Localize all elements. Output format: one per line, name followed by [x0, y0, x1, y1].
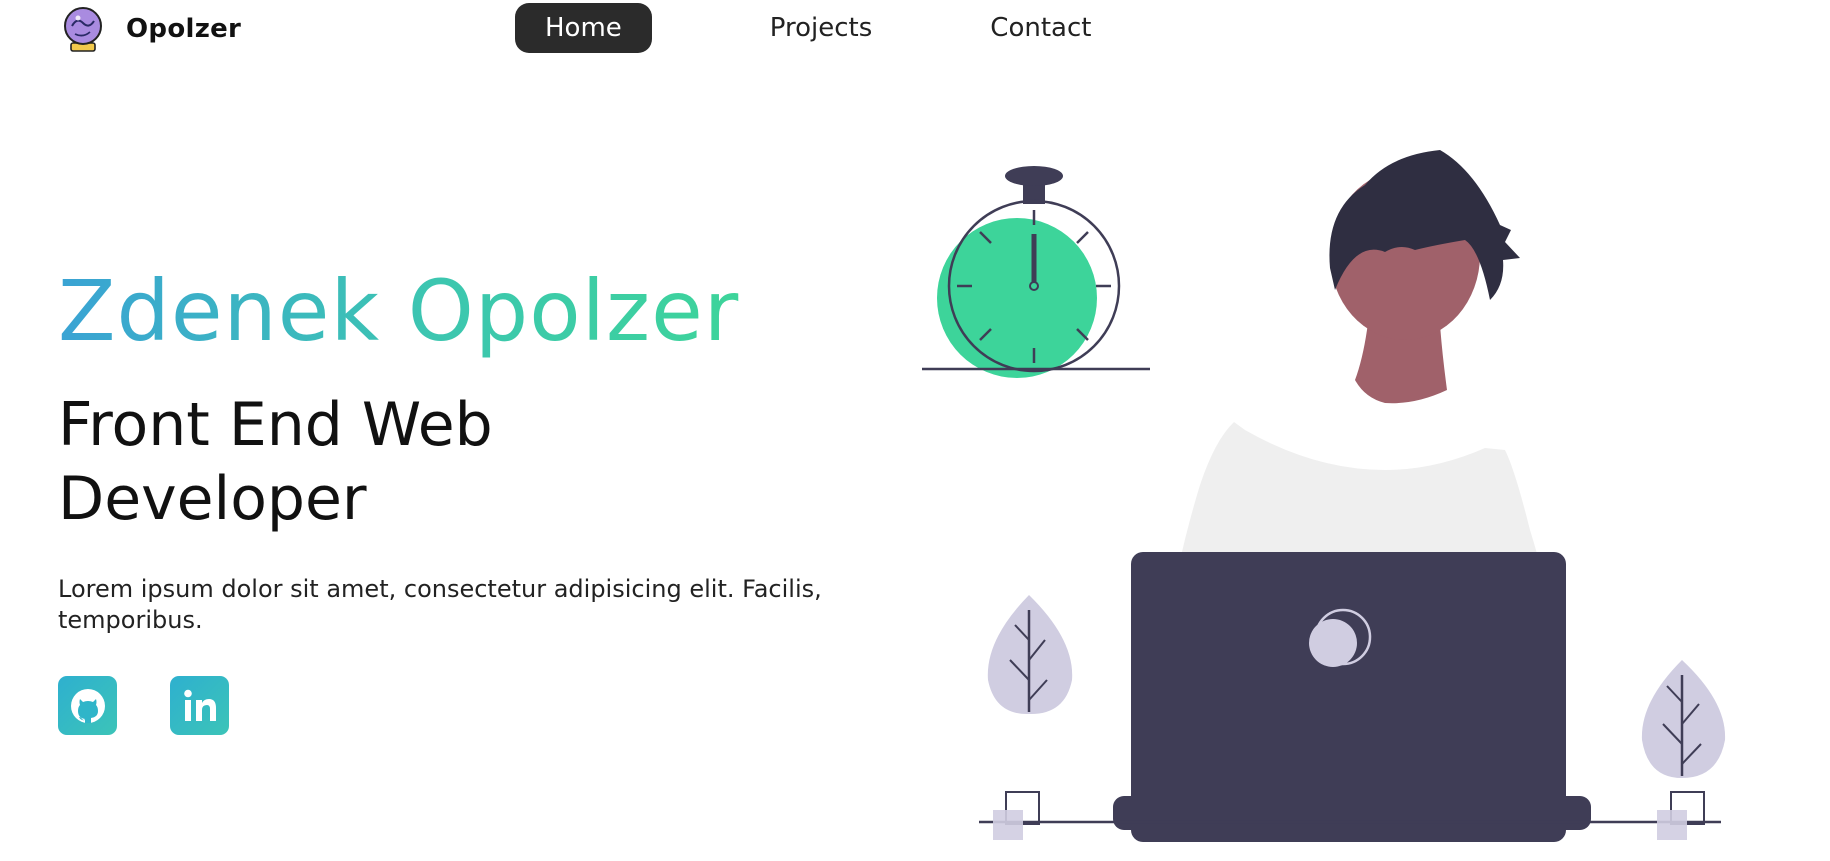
linkedin-link[interactable] — [170, 676, 229, 735]
nav-projects-link[interactable]: Projects — [740, 3, 903, 53]
plant-left-icon — [987, 595, 1073, 715]
brand[interactable]: Opolzer — [58, 4, 241, 54]
brand-name: Opolzer — [126, 14, 242, 44]
crystal-ball-icon — [64, 7, 102, 52]
main-nav: Home Projects Contact — [515, 3, 1121, 53]
plant-right-icon — [1641, 660, 1726, 778]
hero-name: Zdenek Opolzer — [58, 262, 740, 360]
hero-description: Lorem ipsum dolor sit amet, consectetur … — [58, 575, 822, 634]
github-link[interactable] — [58, 676, 117, 735]
hero-role: Front End Web Developer — [58, 390, 493, 534]
nav-contact-link[interactable]: Contact — [960, 3, 1121, 53]
nav-home-link[interactable]: Home — [515, 3, 652, 53]
github-icon — [70, 688, 105, 723]
stopwatch-icon — [922, 166, 1150, 378]
social-links — [58, 676, 282, 735]
linkedin-icon — [183, 689, 216, 721]
developer-illustration — [922, 150, 1726, 842]
laptop-icon — [1113, 552, 1591, 842]
navbar: Opolzer Home Projects Contact — [0, 0, 1830, 58]
